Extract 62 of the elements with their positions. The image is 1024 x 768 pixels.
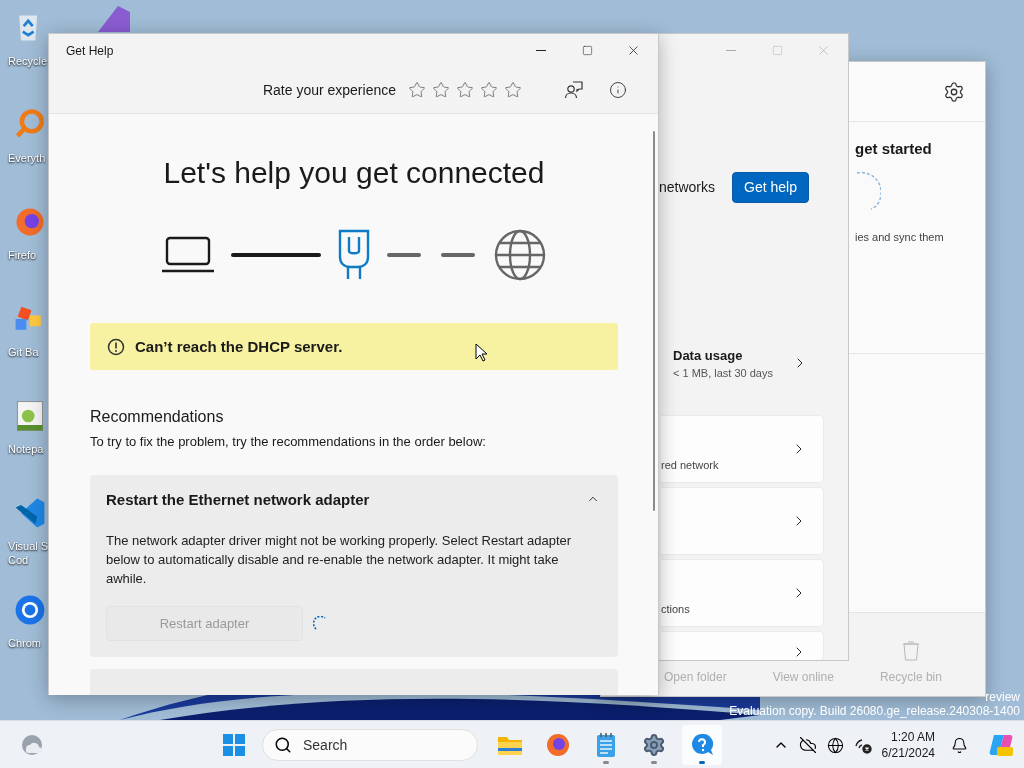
networks-label: networks bbox=[659, 179, 716, 195]
recommendation-header[interactable]: Restart the Ethernet network adapter bbox=[90, 475, 618, 523]
window-title: Get Help bbox=[66, 43, 114, 58]
section-heading: get started bbox=[855, 140, 933, 157]
star-icon[interactable] bbox=[432, 81, 450, 99]
star-icon[interactable] bbox=[480, 81, 498, 99]
desktop-icon-label[interactable]: Git Ba bbox=[8, 345, 39, 359]
weather-icon[interactable] bbox=[20, 732, 44, 757]
section-intro: To try to fix the problem, try the recommendations in the order below: bbox=[90, 434, 487, 449]
desktop-icon-label[interactable]: Notepa bbox=[8, 442, 44, 456]
desktop-icon-label[interactable]: Recycle bbox=[8, 54, 48, 68]
help-icon bbox=[689, 732, 715, 758]
maximize-icon bbox=[771, 44, 783, 56]
star-icon[interactable] bbox=[504, 81, 522, 99]
maximize-icon bbox=[581, 45, 593, 56]
laptop-icon bbox=[161, 236, 215, 274]
star-icon[interactable] bbox=[456, 81, 474, 99]
clock[interactable]: 1:20 AM 6/21/2024 bbox=[881, 729, 935, 761]
network-error-icon[interactable] bbox=[853, 736, 872, 754]
info-icon bbox=[609, 81, 627, 99]
settings-card[interactable]: ctions bbox=[661, 559, 824, 627]
watermark-text: Evaluation copy. Build 26080.ge_release.240308-1400 bbox=[729, 704, 1020, 718]
get-help-button[interactable]: Get help bbox=[732, 171, 809, 203]
search-icon bbox=[274, 736, 292, 754]
globe-icon[interactable] bbox=[826, 736, 844, 754]
folder-icon bbox=[497, 734, 523, 756]
rating-label: Rate your experience bbox=[262, 82, 396, 98]
taskbar-app[interactable] bbox=[682, 725, 722, 765]
search-field[interactable]: Search bbox=[262, 729, 478, 761]
card-subtitle: red network bbox=[661, 459, 719, 471]
star-rating[interactable] bbox=[408, 81, 522, 99]
alert-message: Can’t reach the DHCP server. bbox=[135, 338, 343, 355]
page-heading: Let's help you get connected bbox=[162, 156, 546, 190]
warning-icon bbox=[107, 337, 125, 356]
settings-card[interactable]: red network bbox=[661, 415, 824, 483]
settings-icon[interactable] bbox=[943, 80, 965, 103]
mouse-pointer-icon bbox=[475, 343, 487, 362]
gear-icon bbox=[642, 733, 666, 757]
globe-icon bbox=[493, 228, 547, 282]
section-title: Recommendations bbox=[90, 408, 225, 426]
windows-logo-icon bbox=[223, 734, 245, 756]
data-usage-subtitle: < 1 MB, last 30 days bbox=[673, 366, 773, 379]
bell-icon[interactable] bbox=[951, 736, 968, 754]
desktop-icon-label[interactable]: Firefo bbox=[8, 248, 37, 262]
minimize-icon bbox=[726, 49, 736, 51]
desktop-icon-label[interactable]: Everyth bbox=[8, 151, 46, 165]
desktop-icon-label[interactable]: Visual S Cod bbox=[8, 539, 49, 567]
recommendation-text: The network adapter driver might not be working properly. Select Restart adapter below to automatically disable and re-enable the network adapter. It might take awhile. bbox=[106, 532, 573, 588]
card-subtitle: ctions bbox=[661, 603, 690, 615]
feedback-icon bbox=[564, 80, 584, 100]
data-usage-title: Data usage bbox=[673, 347, 744, 363]
cloud-off-icon[interactable] bbox=[798, 736, 817, 754]
star-icon[interactable] bbox=[408, 81, 426, 99]
ethernet-plug-icon bbox=[337, 229, 371, 281]
copilot-icon[interactable] bbox=[988, 732, 1014, 758]
desktop-icon-label[interactable]: Chrom bbox=[8, 636, 41, 650]
browser-icon bbox=[546, 733, 570, 757]
watermark-text: review bbox=[985, 690, 1020, 704]
recycle-bin-icon bbox=[900, 640, 921, 662]
minimize-icon bbox=[536, 50, 546, 51]
notepad-icon bbox=[596, 732, 616, 758]
caption-text: ies and sync them bbox=[855, 231, 945, 243]
